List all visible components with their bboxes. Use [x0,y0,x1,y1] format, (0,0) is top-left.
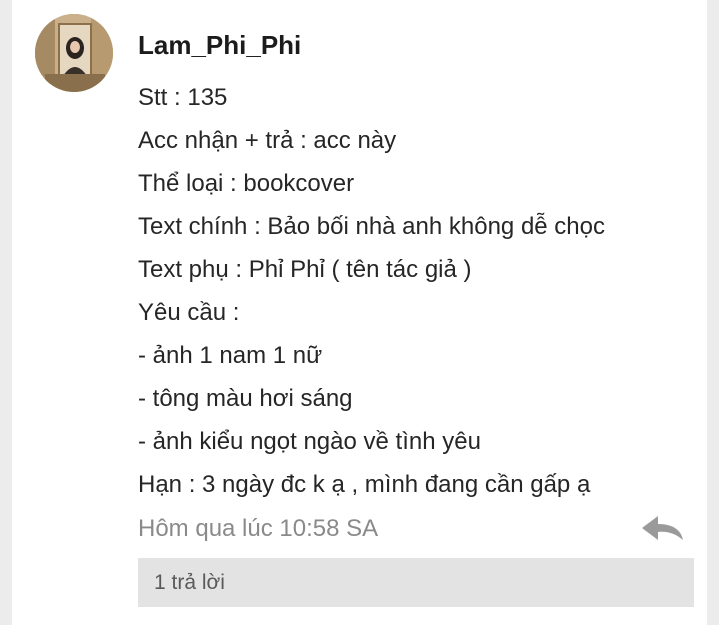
message-line-requirement-2: - tông màu hơi sáng [138,385,353,412]
message-line-deadline: Hạn : 3 ngày đc k ạ , mình đang cần gấp … [138,471,591,498]
message-line-genre: Thể loại : bookcover [138,170,355,197]
comment-timestamp: Hôm qua lúc 10:58 SA [138,515,379,542]
comment-card: Lam_Phi_Phi Stt : 135 Acc nhận + trả : a… [12,0,707,625]
message-line-requirement-3: - ảnh kiểu ngọt ngào về tình yêu [138,428,481,455]
message-line-requirement-1: - ảnh 1 nam 1 nữ [138,342,323,369]
message-line-main-text: Text chính : Bảo bối nhà anh không dễ ch… [138,213,606,240]
replies-count-label: 1 trả lời [154,571,225,594]
avatar[interactable] [35,14,113,92]
message-body: Stt : 135 Acc nhận + trả : acc này Thể l… [138,76,698,506]
avatar-photo [35,14,113,92]
view-replies-button[interactable]: 1 trả lời [138,558,694,607]
username[interactable]: Lam_Phi_Phi [138,30,301,60]
reply-arrow-icon[interactable] [640,514,686,542]
message-line-account: Acc nhận + trả : acc này [138,127,397,154]
message-line-requirements: Yêu cầu : [138,299,240,326]
message-line-stt: Stt : 135 [138,84,228,111]
message-line-sub-text: Text phụ : Phỉ Phỉ ( tên tác giả ) [138,256,472,283]
